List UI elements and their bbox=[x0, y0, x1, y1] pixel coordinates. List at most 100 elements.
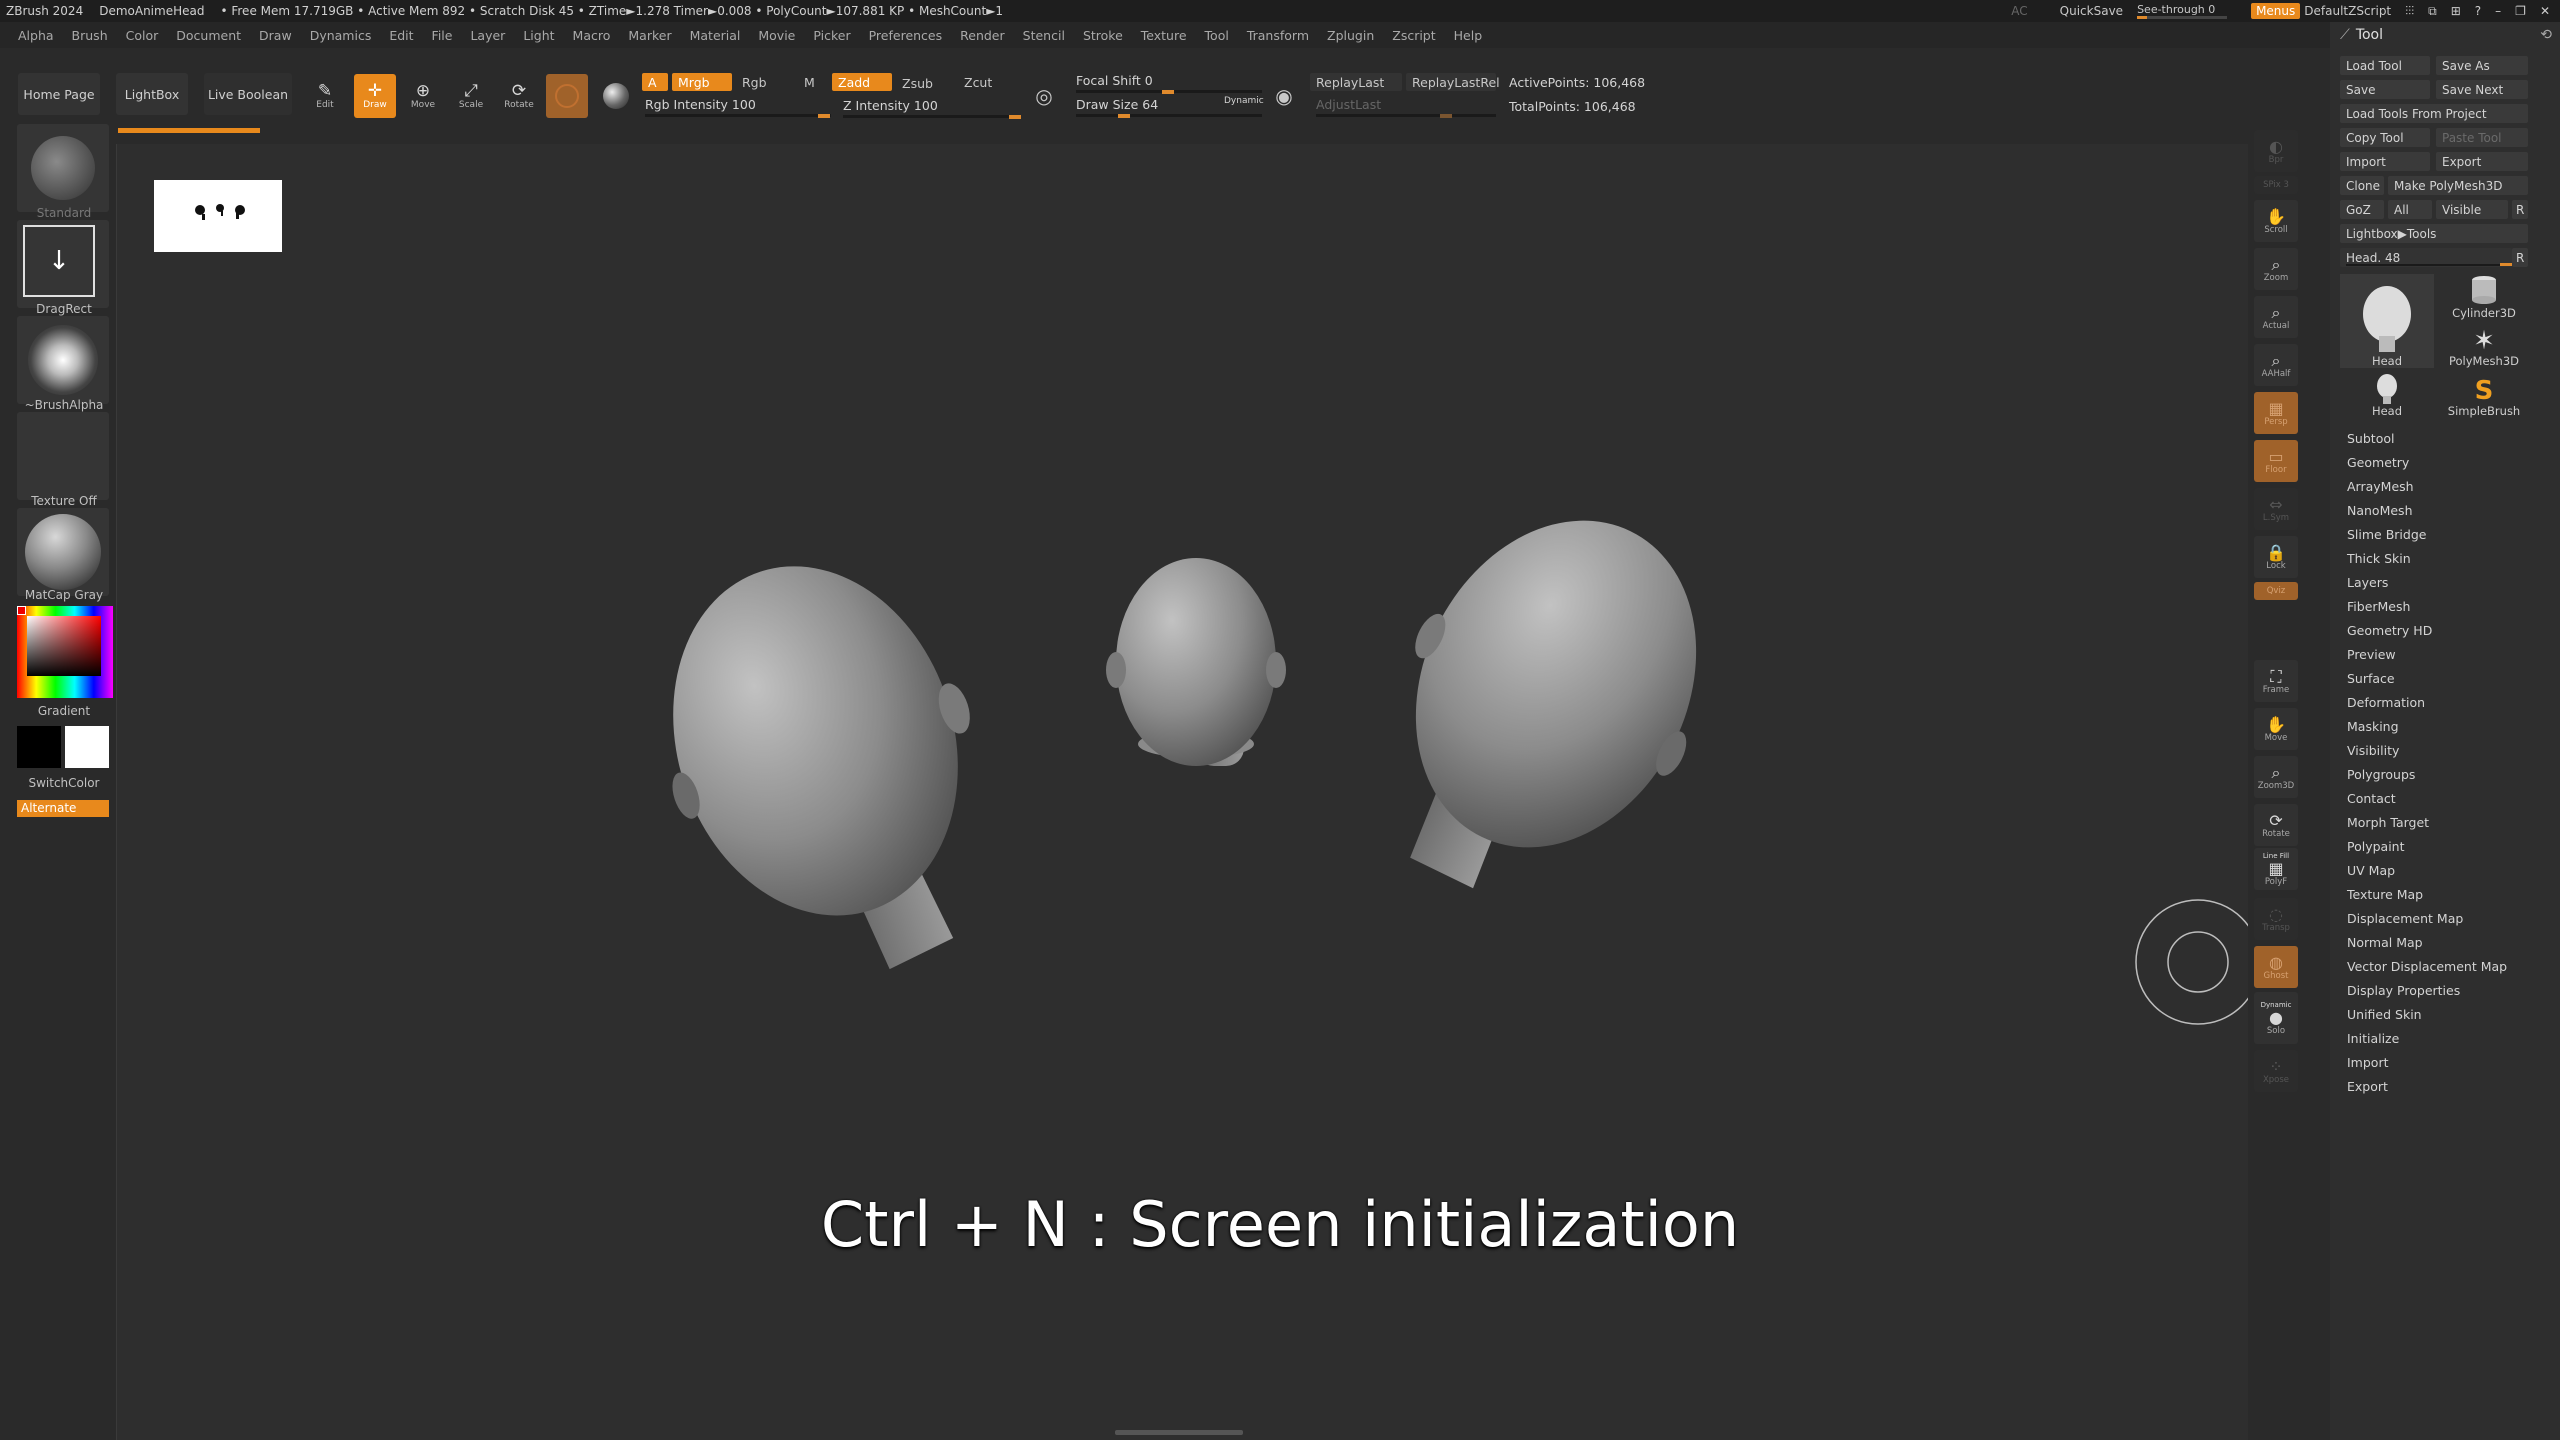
tool-slider[interactable]: Head. 48 bbox=[2340, 248, 2512, 267]
material-selector[interactable] bbox=[17, 508, 109, 596]
subpalette-nanomesh[interactable]: NanoMesh bbox=[2347, 502, 2507, 526]
menu-stencil[interactable]: Stencil bbox=[1023, 28, 1065, 43]
subpalette-texture-map[interactable]: Texture Map bbox=[2347, 886, 2507, 910]
tool-slider-track[interactable] bbox=[2346, 264, 2508, 266]
close-icon[interactable]: ✕ bbox=[2540, 4, 2550, 18]
subpalette-vector-displacement-map[interactable]: Vector Displacement Map bbox=[2347, 958, 2507, 982]
draw-size-knob[interactable] bbox=[1118, 114, 1130, 118]
subpalette-surface[interactable]: Surface bbox=[2347, 670, 2507, 694]
mrgb-toggle[interactable]: Mrgb bbox=[672, 73, 732, 91]
subpalette-uv-map[interactable]: UV Map bbox=[2347, 862, 2507, 886]
subpalette-displacement-map[interactable]: Displacement Map bbox=[2347, 910, 2507, 934]
clone-button[interactable]: Clone bbox=[2340, 176, 2384, 195]
menus-toggle-button[interactable]: Menus bbox=[2251, 3, 2301, 19]
polyf-button[interactable]: Line Fill ▦ PolyF bbox=[2254, 848, 2298, 890]
subpalette-arraymesh[interactable]: ArrayMesh bbox=[2347, 478, 2507, 502]
zoom-button[interactable]: ⌕ Zoom bbox=[2254, 248, 2298, 290]
brush-selector[interactable] bbox=[17, 124, 109, 212]
ghost-button[interactable]: ◍ Ghost bbox=[2254, 946, 2298, 988]
tool-palette-header[interactable]: ⟋ Tool ⟲ bbox=[2330, 22, 2560, 48]
subpalette-import[interactable]: Import bbox=[2347, 1054, 2507, 1078]
zadd-toggle[interactable]: Zadd bbox=[832, 73, 892, 91]
quicksave-button[interactable]: QuickSave bbox=[2060, 4, 2123, 18]
subpalette-preview[interactable]: Preview bbox=[2347, 646, 2507, 670]
m-toggle[interactable]: M bbox=[798, 73, 828, 91]
move-button[interactable]: ⊕ Move bbox=[402, 74, 444, 118]
adjust-last-knob[interactable] bbox=[1440, 114, 1452, 118]
goz-button[interactable]: GoZ bbox=[2340, 200, 2384, 219]
edit-button[interactable]: ✎ Edit bbox=[304, 74, 346, 118]
see-through-track[interactable] bbox=[2137, 15, 2228, 19]
stroke-selector[interactable]: ↓ bbox=[17, 220, 109, 308]
rotate-button[interactable]: ⟳ Rotate bbox=[498, 74, 540, 118]
tool-thumb-head[interactable]: Head bbox=[2340, 274, 2434, 368]
draw-button[interactable]: ✛ Draw bbox=[354, 74, 396, 118]
menu-tool[interactable]: Tool bbox=[1205, 28, 1229, 43]
menu-macro[interactable]: Macro bbox=[573, 28, 611, 43]
a-toggle[interactable]: A bbox=[642, 73, 668, 91]
rgb-intensity-knob[interactable] bbox=[818, 114, 830, 118]
tool-slider-knob[interactable] bbox=[2500, 263, 2512, 266]
persp-button[interactable]: ▦ Persp bbox=[2254, 392, 2298, 434]
tool-thumb-simplebrush[interactable]: S SimpleBrush bbox=[2438, 372, 2530, 418]
menu-transform[interactable]: Transform bbox=[1247, 28, 1309, 43]
lsym-button[interactable]: ⇔ L.Sym bbox=[2254, 488, 2298, 530]
scroll-button[interactable]: ✋ Scroll bbox=[2254, 200, 2298, 242]
z-intensity-knob[interactable] bbox=[1009, 115, 1021, 119]
maximize-icon[interactable]: ❐ bbox=[2515, 4, 2526, 18]
subpalette-contact[interactable]: Contact bbox=[2347, 790, 2507, 814]
menu-preferences[interactable]: Preferences bbox=[869, 28, 943, 43]
draw-size-slider[interactable] bbox=[1076, 114, 1262, 117]
menu-zscript[interactable]: Zscript bbox=[1392, 28, 1435, 43]
actual-button[interactable]: ⌕ Actual bbox=[2254, 296, 2298, 338]
solo-button[interactable]: Dynamic ● Solo bbox=[2254, 992, 2298, 1044]
dynamic-toggle[interactable]: Dynamic bbox=[1224, 96, 1264, 106]
copy-tool-button[interactable]: Copy Tool bbox=[2340, 128, 2430, 147]
menu-help[interactable]: Help bbox=[1454, 28, 1483, 43]
replay-last-button[interactable]: ReplayLast bbox=[1310, 73, 1402, 91]
load-tool-button[interactable]: Load Tool bbox=[2340, 56, 2430, 75]
menu-picker[interactable]: Picker bbox=[813, 28, 850, 43]
color-picker-square[interactable] bbox=[27, 616, 101, 676]
subpalette-display-properties[interactable]: Display Properties bbox=[2347, 982, 2507, 1006]
menu-draw[interactable]: Draw bbox=[259, 28, 292, 43]
frame-button[interactable]: ⛶ Frame bbox=[2254, 660, 2298, 702]
xpose-button[interactable]: ⁘ Xpose bbox=[2254, 1050, 2298, 1092]
zcut-toggle[interactable]: Zcut bbox=[958, 73, 1008, 91]
bpr-button[interactable]: ◐ Bpr bbox=[2254, 130, 2298, 172]
goz-r-button[interactable]: R bbox=[2512, 200, 2528, 219]
menu-marker[interactable]: Marker bbox=[628, 28, 671, 43]
subpalette-subtool[interactable]: Subtool bbox=[2347, 430, 2507, 454]
subpalette-polygroups[interactable]: Polygroups bbox=[2347, 766, 2507, 790]
home-page-button[interactable]: Home Page bbox=[18, 73, 100, 115]
save-as-button[interactable]: Save As bbox=[2436, 56, 2528, 75]
save-button[interactable]: Save bbox=[2340, 80, 2430, 99]
zsub-toggle[interactable]: Zsub bbox=[896, 74, 954, 92]
save-next-button[interactable]: Save Next bbox=[2436, 80, 2528, 99]
menu-material[interactable]: Material bbox=[690, 28, 741, 43]
dynamic-brush-icon[interactable]: ◉ bbox=[1270, 82, 1298, 110]
spix-slider[interactable]: SPix 3 bbox=[2254, 176, 2298, 194]
subpalette-geometry-hd[interactable]: Geometry HD bbox=[2347, 622, 2507, 646]
lock-button[interactable]: 🔒 Lock bbox=[2254, 536, 2298, 578]
import-tool-button[interactable]: Import bbox=[2340, 152, 2430, 171]
navigation-gizmo[interactable] bbox=[2135, 899, 2248, 1025]
switch-color-button[interactable]: SwitchColor bbox=[0, 776, 128, 790]
menu-movie[interactable]: Movie bbox=[758, 28, 795, 43]
spotlight-button[interactable] bbox=[596, 76, 636, 116]
material-sphere-button[interactable] bbox=[546, 74, 588, 118]
subpalette-masking[interactable]: Masking bbox=[2347, 718, 2507, 742]
subpalette-thick-skin[interactable]: Thick Skin bbox=[2347, 550, 2507, 574]
adjust-last-slider[interactable] bbox=[1316, 114, 1496, 117]
head-model-right[interactable] bbox=[1328, 467, 1761, 946]
layout-icon[interactable]: ⫶⫶⫶ bbox=[2405, 4, 2414, 19]
sculptris-pro-icon[interactable]: ◎ bbox=[1030, 82, 1058, 110]
menu-document[interactable]: Document bbox=[176, 28, 241, 43]
tool-slider-r-button[interactable]: R bbox=[2512, 248, 2528, 267]
floor-button[interactable]: ▭ Floor bbox=[2254, 440, 2298, 482]
subpalette-geometry[interactable]: Geometry bbox=[2347, 454, 2507, 478]
menu-light[interactable]: Light bbox=[523, 28, 554, 43]
head-model-left[interactable] bbox=[616, 523, 1038, 1016]
live-boolean-button[interactable]: Live Boolean bbox=[204, 73, 292, 115]
menu-render[interactable]: Render bbox=[960, 28, 1005, 43]
